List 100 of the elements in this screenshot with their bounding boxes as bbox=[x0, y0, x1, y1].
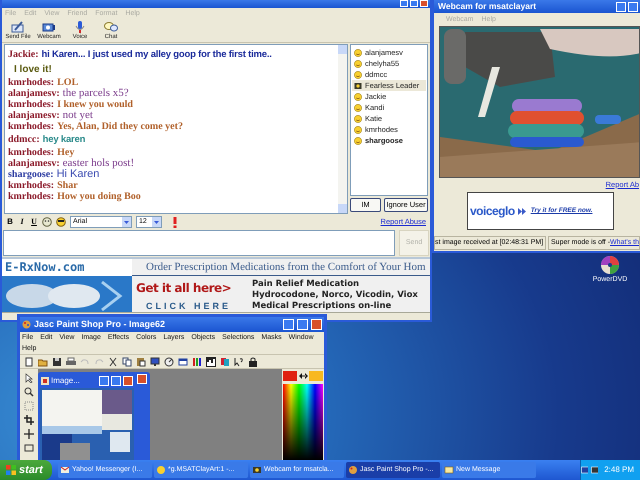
chat-username: alanjamesv: bbox=[8, 110, 60, 120]
italic-button[interactable]: I bbox=[18, 216, 26, 228]
dial-icon[interactable] bbox=[164, 356, 174, 366]
arrow-pointer-icon[interactable] bbox=[24, 373, 34, 383]
smiley-icon bbox=[354, 104, 362, 112]
chat-username: Jackie: bbox=[8, 50, 39, 60]
ad-text: Hydrocodone, Norco, Vicodin, Viox bbox=[252, 290, 419, 301]
pencil-paper-icon bbox=[11, 21, 25, 33]
chat-username: shargoose: bbox=[8, 170, 54, 180]
color-bars-icon[interactable] bbox=[192, 356, 202, 366]
chat-message-text: Hey bbox=[57, 148, 74, 158]
chat-username: ddmcc: bbox=[8, 134, 40, 144]
chat-username: kmrhodes: bbox=[8, 192, 54, 202]
magnifier-icon[interactable] bbox=[24, 387, 34, 397]
minimize-button[interactable] bbox=[283, 319, 294, 330]
maximize-button[interactable] bbox=[297, 319, 308, 330]
smiley-icon bbox=[354, 60, 362, 68]
smiley-icon bbox=[354, 126, 362, 134]
copy-icon[interactable] bbox=[122, 356, 132, 366]
minimize-button[interactable] bbox=[616, 2, 626, 12]
color-palette[interactable] bbox=[283, 384, 323, 460]
smiley-sunglasses-icon[interactable] bbox=[56, 217, 66, 227]
scissors-icon[interactable] bbox=[108, 356, 118, 366]
scrollbar[interactable] bbox=[338, 45, 347, 213]
new-page-icon[interactable] bbox=[24, 356, 34, 366]
smiley-icon bbox=[354, 92, 362, 100]
palette-icon bbox=[22, 320, 31, 329]
ad-headline: Get it all here> bbox=[135, 280, 232, 297]
chat-message-text: I knew you would bbox=[57, 100, 133, 110]
paste-icon[interactable] bbox=[136, 356, 146, 366]
chat-message-text: hey karen bbox=[42, 134, 86, 144]
printer-icon[interactable] bbox=[66, 356, 76, 366]
ad-banner[interactable]: E-RxNow.com Order Prescription Medications from the Comfort of Your Hom Get it all here> CLICK HERE Pain Relief Medication Hydrocodone, Norco, Vicodin, Viox Medical Prescriptions on-line bbox=[2, 257, 430, 312]
chat-username: kmrhodes: bbox=[8, 148, 54, 158]
chat-message-text: the parcels x5? bbox=[62, 88, 129, 99]
webcam-icon bbox=[42, 21, 56, 33]
minimize-button[interactable] bbox=[99, 376, 109, 386]
webcam-icon bbox=[354, 82, 362, 90]
emoticon-icon[interactable] bbox=[42, 217, 52, 227]
chat-username: alanjamesv: bbox=[8, 88, 60, 98]
arrows-icon bbox=[518, 208, 528, 214]
microphone-icon bbox=[73, 21, 87, 33]
chat-message-text: not yet bbox=[62, 110, 93, 121]
ad-text: Medical Prescriptions on-line bbox=[252, 301, 392, 312]
maximize-button[interactable] bbox=[410, 0, 418, 7]
histogram-icon[interactable] bbox=[206, 356, 216, 366]
exclamation-icon[interactable] bbox=[172, 216, 178, 228]
chat-username: kmrhodes: bbox=[8, 122, 54, 132]
window-icon[interactable] bbox=[178, 356, 188, 366]
chat-username: kmrhodes: bbox=[8, 100, 54, 110]
image-icon bbox=[41, 377, 49, 385]
open-folder-icon[interactable] bbox=[38, 356, 48, 366]
window-title: Image... bbox=[51, 375, 80, 387]
chat-message-text: I love it! bbox=[14, 64, 52, 74]
selection-icon[interactable] bbox=[24, 401, 34, 411]
chat-message-text: LOL bbox=[57, 78, 78, 88]
foreground-color-swatch[interactable] bbox=[283, 371, 297, 381]
ad-text: Pain Relief Medication bbox=[252, 279, 360, 290]
envelope-icon bbox=[60, 465, 70, 475]
smiley-icon bbox=[354, 70, 362, 78]
chat-message-text: Hi Karen bbox=[56, 169, 100, 180]
lock-icon[interactable] bbox=[248, 356, 258, 366]
chat-message-text: easter hols post! bbox=[62, 158, 134, 169]
chat-message-text: hi Karen... I just used my alley goop for the first time.. bbox=[42, 50, 272, 60]
crop-icon[interactable] bbox=[24, 415, 34, 425]
chat-username: kmrhodes: bbox=[8, 180, 54, 190]
chat-message-text: Shar bbox=[57, 180, 78, 190]
chat-message-text: Yes, Alan, Did they come yet? bbox=[57, 122, 183, 132]
bold-button[interactable]: B bbox=[6, 216, 14, 228]
layers-icon[interactable] bbox=[220, 356, 230, 366]
move-arrows-icon[interactable] bbox=[24, 429, 34, 439]
clock: 2:48 PM bbox=[604, 464, 634, 476]
windows-flag-icon bbox=[6, 465, 16, 475]
message-input[interactable] bbox=[3, 230, 396, 256]
smiley-icon bbox=[354, 114, 362, 122]
ad-tagline: Order Prescription Medications from the Comfort of Your Hom bbox=[132, 259, 430, 276]
window-title: Webcam for msatclayart bbox=[438, 0, 536, 13]
envelope-icon bbox=[444, 465, 454, 475]
chat-username: alanjamesv: bbox=[8, 158, 60, 168]
help-pointer-icon[interactable] bbox=[234, 356, 244, 366]
maximize-button[interactable] bbox=[111, 376, 121, 386]
monitor-icon[interactable] bbox=[150, 356, 160, 366]
palette-icon bbox=[348, 465, 358, 475]
close-button[interactable] bbox=[311, 319, 322, 330]
maximize-button[interactable] bbox=[628, 2, 638, 12]
smiley-icon bbox=[354, 48, 362, 56]
underline-button[interactable]: U bbox=[30, 216, 38, 228]
close-button[interactable] bbox=[420, 0, 428, 7]
webcam-icon bbox=[252, 465, 262, 475]
ad-site-name: E-RxNow.com bbox=[2, 259, 132, 276]
swap-arrows-icon[interactable] bbox=[298, 373, 308, 379]
start-button[interactable]: start bbox=[0, 460, 52, 480]
smiley-icon bbox=[354, 136, 362, 144]
speech-bubbles-icon bbox=[104, 21, 118, 33]
chat-username: kmrhodes: bbox=[8, 78, 54, 88]
click-here-link[interactable]: CLICK HERE bbox=[132, 300, 244, 312]
disc-icon[interactable] bbox=[600, 255, 620, 275]
smiley-icon bbox=[156, 465, 166, 475]
minimize-button[interactable] bbox=[400, 0, 408, 7]
rectangle-icon[interactable] bbox=[24, 443, 34, 453]
